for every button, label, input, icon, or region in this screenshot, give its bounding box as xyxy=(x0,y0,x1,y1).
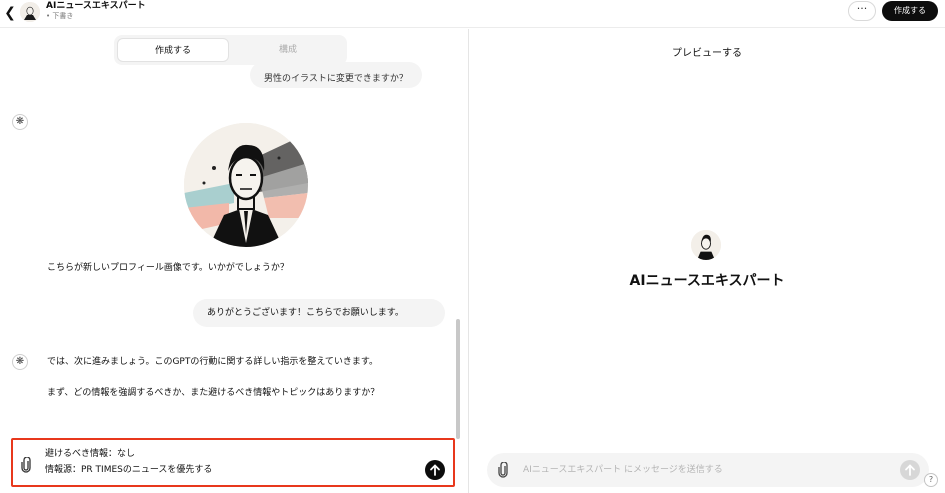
builder-tabs: 作成する 構成 xyxy=(114,35,347,65)
assistant-message-line: まず、どの情報を強調するべきか、また避けるべき情報やトピックはありますか？ xyxy=(47,388,380,398)
back-chevron-icon[interactable]: ❮ xyxy=(3,5,17,21)
preview-title: プレビューする xyxy=(672,48,742,59)
preview-panel: プレビューする AIニュースエキスパート AIニュースエキスパート にメッセージ… xyxy=(469,29,945,493)
openai-logo-icon: ❋ xyxy=(12,354,28,370)
arrow-up-icon xyxy=(905,464,915,476)
send-button[interactable] xyxy=(425,460,445,480)
gpt-title: AIニュースエキスパート xyxy=(46,1,146,11)
preview-gpt-avatar xyxy=(691,230,721,260)
preview-message-input[interactable]: AIニュースエキスパート にメッセージを送信する xyxy=(487,453,929,487)
preview-input-placeholder[interactable]: AIニュースエキスパート にメッセージを送信する xyxy=(523,464,723,476)
chat-scrollbar[interactable] xyxy=(456,319,460,439)
message-composer[interactable]: 避けるべき情報：なし 情報源：PR TIMESのニュースを優先する xyxy=(11,438,455,487)
preview-gpt-name: AIニュースエキスパート xyxy=(629,273,785,289)
draft-status: • 下書き xyxy=(46,12,74,20)
openai-logo-icon: ❋ xyxy=(12,114,28,130)
more-options-button[interactable]: ··· xyxy=(848,1,876,21)
builder-panel: 作成する 構成 男性のイラストに変更できますか？ ❋ こちらが新しいプロフィール… xyxy=(0,29,468,493)
user-message-bubble: 男性のイラストに変更できますか？ xyxy=(250,62,422,88)
tab-create[interactable]: 作成する xyxy=(117,38,229,62)
tab-configure[interactable]: 構成 xyxy=(232,38,344,62)
help-button[interactable]: ? xyxy=(924,473,938,487)
assistant-message: こちらが新しいプロフィール画像です。いかがでしょうか？ xyxy=(47,263,289,273)
preview-send-button[interactable] xyxy=(900,460,920,480)
gpt-avatar xyxy=(20,2,40,22)
generated-profile-image[interactable] xyxy=(184,123,308,247)
paperclip-icon[interactable] xyxy=(497,461,509,482)
assistant-message-line: では、次に進みましょう。このGPTの行動に関する詳しい指示を整えていきます。 xyxy=(47,357,379,367)
user-message-bubble: ありがとうございます！こちらでお願いします。 xyxy=(193,299,445,327)
top-bar: ❮ AIニュースエキスパート • 下書き ··· 作成する xyxy=(0,0,945,28)
create-button[interactable]: 作成する xyxy=(882,1,938,21)
composer-text-line[interactable]: 避けるべき情報：なし xyxy=(45,448,135,460)
arrow-up-icon xyxy=(430,464,440,476)
composer-text-line[interactable]: 情報源：PR TIMESのニュースを優先する xyxy=(45,464,212,476)
paperclip-icon[interactable] xyxy=(20,456,34,473)
